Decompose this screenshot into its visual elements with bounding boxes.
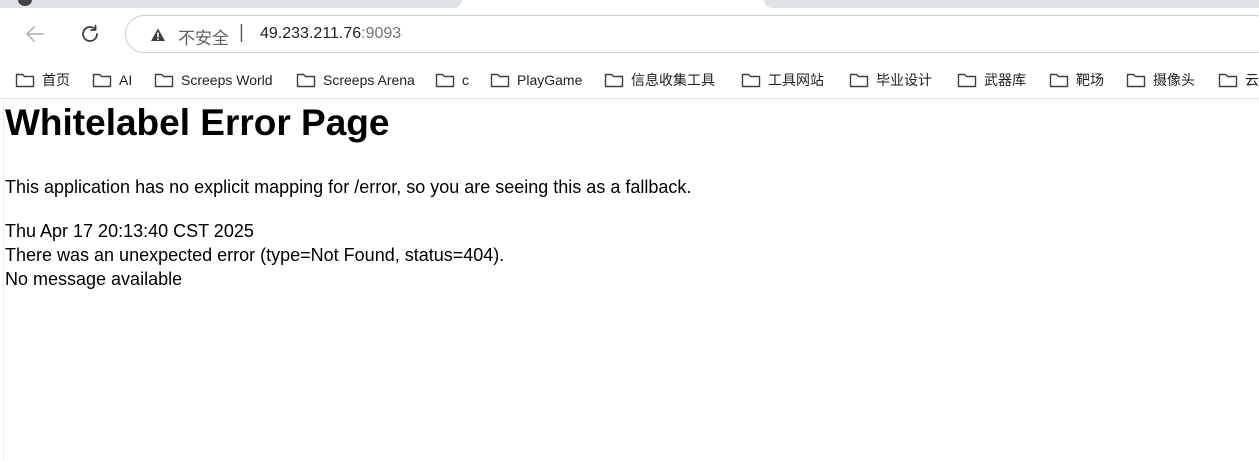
security-status-label[interactable]: 不安全	[178, 24, 229, 49]
bookmark-label: 武器库	[984, 72, 1026, 88]
bookmark-item[interactable]: 靶场	[1049, 70, 1104, 90]
bookmark-item[interactable]: 毕业设计	[849, 70, 932, 90]
bookmark-item[interactable]: 武器库	[957, 70, 1026, 90]
bookmark-label: 摄像头	[1153, 72, 1195, 88]
error-timestamp: Thu Apr 17 20:13:40 CST 2025	[5, 221, 254, 241]
folder-icon	[604, 73, 624, 88]
bookmark-item[interactable]: PlayGame	[490, 70, 582, 90]
bookmark-label: 靶场	[1076, 72, 1104, 88]
bookmark-item[interactable]: 首页	[15, 70, 70, 90]
error-message: No message available	[5, 269, 183, 289]
page-title: Whitelabel Error Page	[5, 102, 390, 143]
warning-icon[interactable]	[150, 27, 166, 43]
address-separator: |	[239, 22, 244, 43]
bookmark-item[interactable]: AI	[92, 70, 132, 90]
bookmark-item[interactable]: 信息收集工具	[604, 70, 715, 90]
bookmark-item[interactable]: 摄像头	[1126, 70, 1195, 90]
folder-icon	[154, 73, 174, 88]
folder-icon	[435, 73, 455, 88]
folder-icon	[92, 73, 112, 88]
folder-icon	[1126, 73, 1146, 88]
tab-favicon-icon	[18, 0, 32, 6]
bookmark-item[interactable]: c	[435, 70, 469, 90]
bookmark-item[interactable]: 云	[1218, 70, 1259, 90]
bookmark-label: PlayGame	[517, 72, 583, 88]
folder-icon	[741, 73, 761, 88]
bookmark-item[interactable]: 工具网站	[741, 70, 824, 90]
inactive-tab[interactable]	[764, 0, 1259, 8]
folder-icon	[15, 73, 35, 88]
page-content: Whitelabel Error Page This application h…	[0, 99, 1259, 461]
reload-icon	[82, 24, 98, 42]
url-port: :9093	[361, 25, 402, 42]
browser-toolbar: 不安全 | 49.233.211.76:9093	[0, 8, 1259, 62]
error-description: This application has no explicit mapping…	[5, 177, 692, 197]
address-bar[interactable]: 不安全 | 49.233.211.76:9093	[125, 15, 1259, 53]
tab-strip	[0, 0, 1259, 8]
folder-icon	[849, 73, 869, 88]
bookmarks-bar: 首页 AI Screeps World Screeps Arena c Play…	[0, 62, 1259, 99]
url-host: 49.233.211.76	[260, 25, 362, 42]
bookmark-item[interactable]: Screeps Arena	[296, 70, 415, 90]
content-divider	[3, 99, 4, 461]
bookmark-label: c	[462, 72, 469, 88]
folder-icon	[296, 73, 316, 88]
bookmark-label: 工具网站	[768, 72, 824, 88]
folder-icon	[1218, 73, 1238, 88]
bookmark-label: Screeps Arena	[323, 72, 415, 88]
bookmark-label: AI	[119, 72, 133, 88]
url-text[interactable]: 49.233.211.76:9093	[260, 25, 401, 43]
folder-icon	[957, 73, 977, 88]
reload-button[interactable]	[74, 18, 106, 50]
bookmark-label: 毕业设计	[876, 72, 932, 88]
bookmark-label: 信息收集工具	[631, 72, 715, 88]
arrow-left-icon	[26, 26, 44, 42]
error-details: There was an unexpected error (type=Not …	[5, 245, 505, 265]
bookmark-label: Screeps World	[181, 72, 273, 88]
bookmark-label: 云	[1245, 72, 1259, 88]
folder-icon	[1049, 73, 1069, 88]
folder-icon	[490, 73, 510, 88]
bookmark-label: 首页	[42, 72, 70, 88]
back-button[interactable]	[19, 18, 51, 50]
active-tab[interactable]	[0, 0, 462, 8]
bookmark-item[interactable]: Screeps World	[154, 70, 273, 90]
